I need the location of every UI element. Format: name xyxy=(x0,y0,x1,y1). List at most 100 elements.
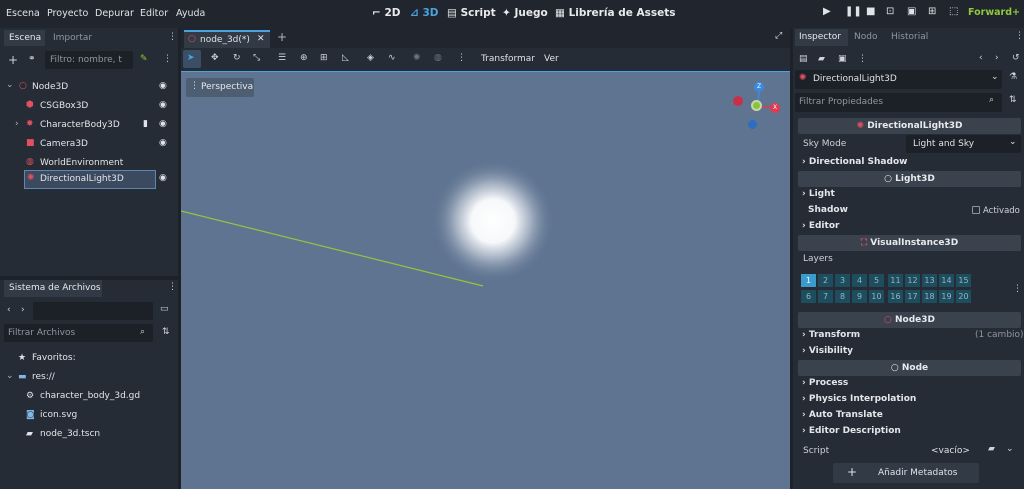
menu-escena[interactable]: Escena xyxy=(6,8,40,19)
load-folder-icon[interactable]: ▰ xyxy=(988,444,995,454)
workspace-assetlib-button[interactable]: ▦ Librería de Assets xyxy=(555,7,676,19)
layer-cell[interactable]: 17 xyxy=(905,290,920,303)
path-input[interactable] xyxy=(33,302,153,320)
shadow-checkbox[interactable] xyxy=(972,206,980,214)
visibility-eye-icon[interactable]: ◉ xyxy=(159,138,167,148)
tab-escena[interactable]: Escena xyxy=(4,30,45,46)
add-node-icon[interactable]: + xyxy=(8,53,18,67)
tree-item-favorites[interactable]: ★ Favoritos: xyxy=(0,350,178,368)
script-value[interactable]: <vacío> xyxy=(931,446,970,456)
remote-debug-icon[interactable]: ⊡ xyxy=(886,6,894,17)
history-back-icon[interactable]: ‹ xyxy=(979,53,983,63)
workspace-game-button[interactable]: ✦ Juego xyxy=(502,7,548,19)
workspace-script-button[interactable]: ▤ Script xyxy=(447,7,496,19)
rotate-icon[interactable]: ↻ xyxy=(233,53,241,63)
layer-cell[interactable]: 1 xyxy=(801,274,816,287)
layer-cell[interactable]: 19 xyxy=(939,290,954,303)
visibility-eye-icon[interactable]: ◉ xyxy=(159,119,167,129)
forward-icon[interactable]: › xyxy=(21,305,25,315)
light-group[interactable]: › Light xyxy=(802,189,835,199)
renderer-select[interactable]: Forward+ xyxy=(968,7,1020,18)
layer-cell[interactable]: 8 xyxy=(835,290,850,303)
layer-cell[interactable]: 5 xyxy=(869,274,884,287)
workspace-2d-button[interactable]: ⌐ 2D xyxy=(372,7,401,19)
tree-item-camera3d[interactable]: ■ Camera3D ◉ xyxy=(0,135,178,154)
layer-cell[interactable]: 6 xyxy=(801,290,816,303)
list-icon[interactable]: ☰ xyxy=(278,53,286,63)
layer-cell[interactable]: 7 xyxy=(818,290,833,303)
layer-cell[interactable]: 9 xyxy=(852,290,867,303)
transform-group[interactable]: › Transform xyxy=(802,330,860,340)
tab-historial[interactable]: Historial xyxy=(891,32,928,42)
tab-filesystem[interactable]: Sistema de Archivos xyxy=(4,280,102,297)
new-tab-icon[interactable]: + xyxy=(277,30,287,44)
gizmo-neg-x-handle[interactable] xyxy=(733,96,743,106)
tab-nodo[interactable]: Nodo xyxy=(854,32,877,42)
layer-cell[interactable]: 2 xyxy=(818,274,833,287)
scene-filter-input[interactable]: Filtro: nombre, t xyxy=(45,51,133,69)
resource-menu-icon[interactable]: ⋮ xyxy=(858,54,867,64)
menu-proyecto[interactable]: Proyecto xyxy=(47,8,88,19)
tab-importar[interactable]: Importar xyxy=(53,33,92,43)
menu-editor[interactable]: Editor xyxy=(140,8,168,19)
history-forward-icon[interactable]: › xyxy=(995,53,999,63)
tree-item-res[interactable]: ⌄ ▬ res:// xyxy=(0,369,178,387)
new-resource-icon[interactable]: ▤ xyxy=(799,54,808,64)
tab-inspector[interactable]: Inspector xyxy=(795,29,848,46)
local-space-icon[interactable]: ◈ xyxy=(367,53,374,63)
attach-script-icon[interactable]: ✎ xyxy=(140,54,148,64)
gizmo-y-handle[interactable] xyxy=(751,100,762,111)
ruler-icon[interactable]: ◺ xyxy=(342,53,349,63)
layer-cell[interactable]: 3 xyxy=(835,274,850,287)
save-icon[interactable]: ▣ xyxy=(838,54,847,64)
object-selector[interactable]: ✺ DirectionalLight3D ⌄ xyxy=(795,70,1002,89)
tree-item-directionallight3d[interactable]: ✺ DirectionalLight3D xyxy=(24,170,156,189)
sky-mode-select[interactable]: Light and Sky ⌄ xyxy=(906,135,1021,153)
perspective-menu-button[interactable]: ⋮ Perspectiva xyxy=(186,78,254,97)
filesystem-filter-input[interactable]: Filtrar Archivos xyxy=(4,324,153,342)
workspace-3d-button[interactable]: ⊿ 3D xyxy=(410,7,439,19)
tree-item-csgbox3d[interactable]: ⬢ CSGBox3D ◉ xyxy=(0,97,178,116)
gizmo-x-handle[interactable]: X xyxy=(770,103,780,113)
tab-node3d[interactable]: ○ node_3d(*) ✕ xyxy=(184,30,270,48)
layer-cell[interactable]: 16 xyxy=(888,290,903,303)
visibility-eye-icon[interactable]: ◉ xyxy=(159,173,167,183)
menu-transformar[interactable]: Transformar xyxy=(481,54,535,64)
3d-viewport[interactable]: ⋮ Perspectiva Z X xyxy=(181,71,790,489)
scene-menu-icon[interactable]: ⋮ xyxy=(163,54,172,64)
editor-group[interactable]: › Editor xyxy=(802,221,839,231)
play-icon[interactable]: ▶ xyxy=(823,6,831,17)
auto-translate-group[interactable]: › Auto Translate xyxy=(802,410,883,420)
object-settings-icon[interactable]: ⚗ xyxy=(1009,72,1017,82)
menu-ayuda[interactable]: Ayuda xyxy=(176,8,205,19)
play-custom-icon[interactable]: ⊞ xyxy=(928,6,936,17)
preview-menu-icon[interactable]: ⋮ xyxy=(457,53,466,63)
menu-depurar[interactable]: Depurar xyxy=(95,8,134,19)
layer-cell[interactable]: 11 xyxy=(888,274,903,287)
tree-item-characterbody3d[interactable]: › ✸ CharacterBody3D ▮ ◉ xyxy=(0,116,178,135)
movie-maker-icon[interactable]: ⬚ xyxy=(949,6,958,17)
scale-icon[interactable]: ⤡ xyxy=(253,53,260,63)
dock-menu-icon[interactable]: ⋮ xyxy=(1015,31,1024,41)
layers-grid[interactable]: 1 2 3 4 5 11 12 13 14 15 6 7 8 9 10 16 1… xyxy=(801,274,971,308)
menu-ver[interactable]: Ver xyxy=(544,54,559,64)
file-item[interactable]: ▰ node_3d.tscn xyxy=(0,426,178,444)
dock-menu-icon[interactable]: ⋮ xyxy=(168,282,177,292)
layer-cell[interactable]: 14 xyxy=(939,274,954,287)
group-icon[interactable]: ⊞ xyxy=(320,53,328,63)
split-view-icon[interactable]: ▭ xyxy=(160,304,169,314)
layer-cell[interactable]: 4 xyxy=(852,274,867,287)
directional-shadow-group[interactable]: › Directional Shadow xyxy=(802,157,907,167)
pause-icon[interactable]: ❚❚ xyxy=(845,6,862,17)
lock-icon[interactable]: ⊕ xyxy=(300,53,308,63)
visibility-eye-icon[interactable]: ◉ xyxy=(159,81,167,91)
visibility-eye-icon[interactable]: ◉ xyxy=(159,100,167,110)
close-icon[interactable]: ✕ xyxy=(257,34,265,44)
layer-cell[interactable]: 12 xyxy=(905,274,920,287)
move-icon[interactable]: ✥ xyxy=(211,53,219,63)
process-group[interactable]: › Process xyxy=(802,378,848,388)
sun-preview-icon[interactable]: ✺ xyxy=(413,53,421,63)
layers-menu-icon[interactable]: ⋮ xyxy=(1013,284,1022,294)
add-metadata-button[interactable]: + Añadir Metadatos xyxy=(833,463,979,483)
snap-icon[interactable]: ∿ xyxy=(388,53,396,63)
